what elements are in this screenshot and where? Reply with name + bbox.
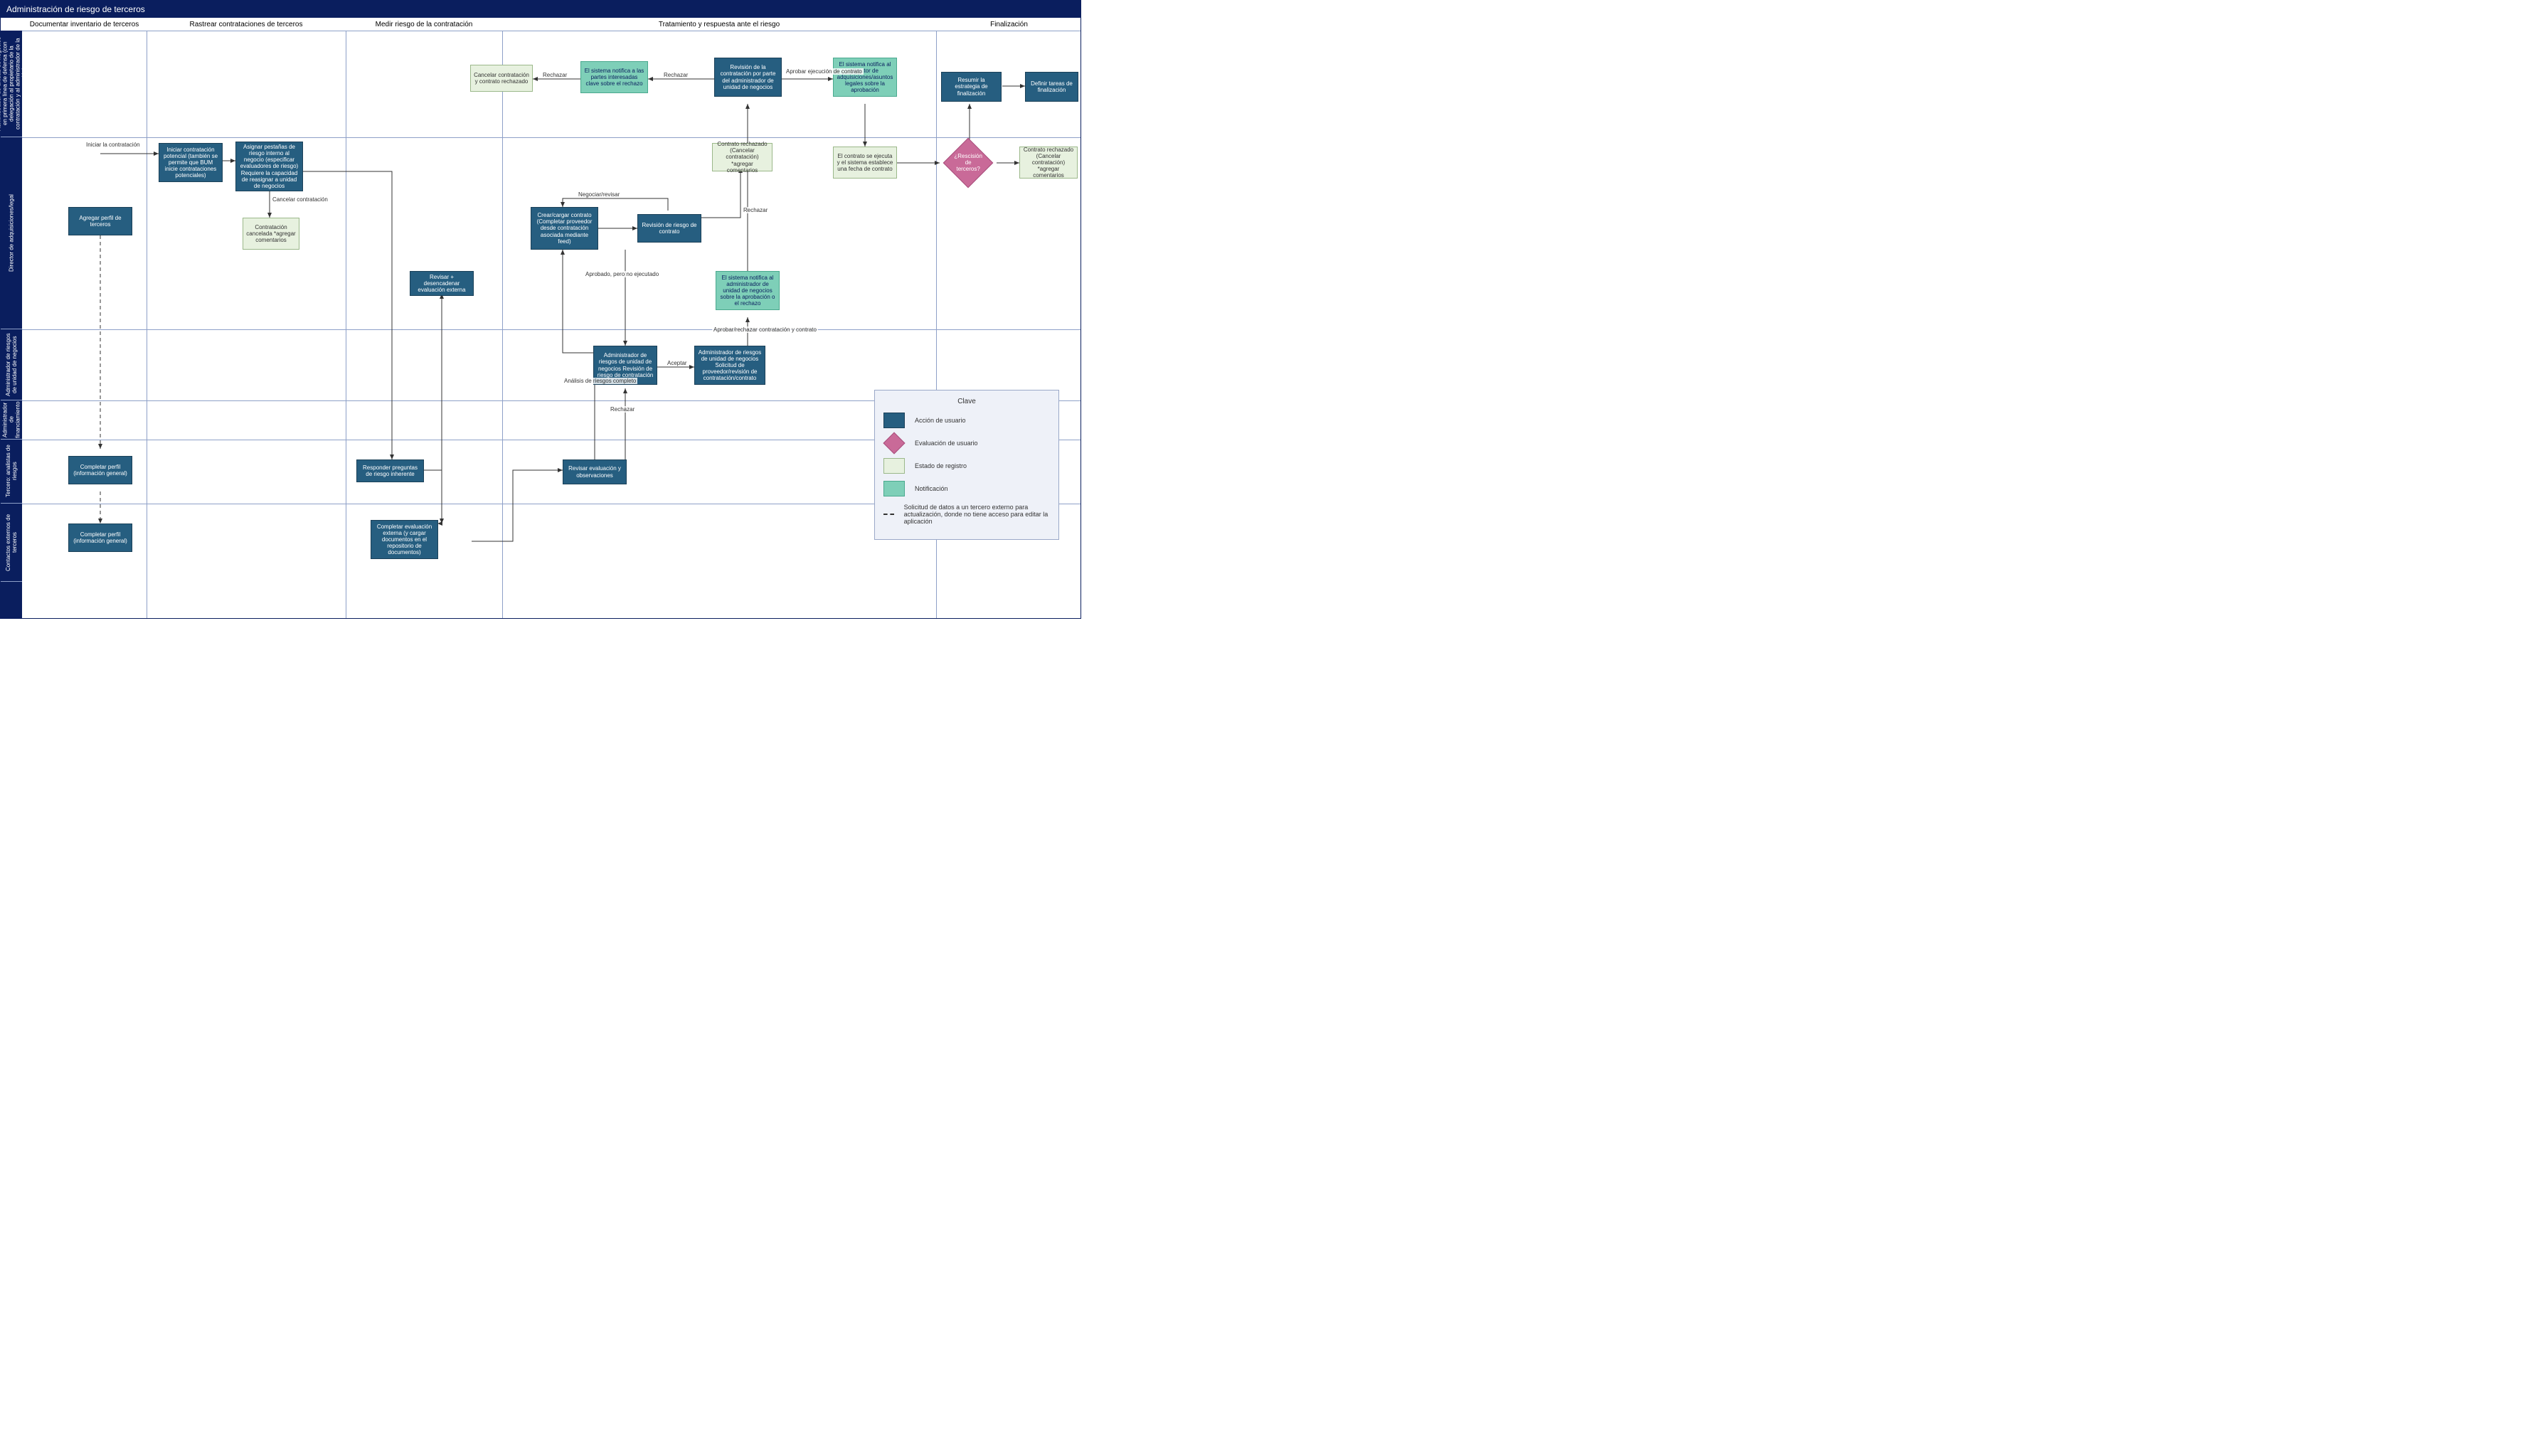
lane-bum: Administrador de unidad de negocios en p… [1,31,22,137]
node-cancelled: Contratación cancelada *agregar comentar… [243,218,299,250]
lbl-cancel: Cancelar contratación [271,196,329,203]
node-notify-bum: El sistema notifica al administrador de … [716,271,780,310]
node-executed: El contrato se ejecuta y el sistema esta… [833,147,897,179]
lbl-reject3: Rechazar [662,72,689,78]
legend-title: Clave [883,398,1050,405]
node-burm-req: Administrador de riesgos de unidad de ne… [694,346,765,385]
node-rev-assess: Revisar evaluación y observaciones [563,459,627,484]
node-rejected2: Contrato rechazado (Cancelar contratació… [1019,147,1078,179]
node-cancel-both: Cancelar contratación y contrato rechaza… [470,65,533,92]
node-tasks: Definir tareas de finalización [1025,72,1078,102]
lbl-reject2: Rechazar [609,406,636,413]
node-risk-review: Revisión de riesgo de contrato [637,214,701,243]
node-trigger: Revisar + desencadenar evaluación extern… [410,271,474,296]
node-notify-approve: El sistema notifica al director de adqui… [833,58,897,97]
node-add-profile: Agregar perfil de terceros [68,207,132,235]
lbl-apprnotexec: Aprobado, pero no ejecutado [584,271,660,277]
legend: Clave Acción de usuario Evaluación de us… [874,390,1059,540]
node-rejected1: Contrato rechazado (Cancelar contratació… [712,143,772,171]
start-label: Iniciar la contratación [85,142,142,148]
lbl-accept: Aceptar [666,360,689,366]
lane-burm: Administrador de riesgos de unidad de ne… [1,329,22,400]
lbl-approveexec: Aprobar ejecución de contrato [785,68,864,75]
node-notify-reject: El sistema notifica a las partes interes… [580,61,648,93]
lane-fin: Administrador de financiamiento [1,400,22,440]
lane-labels: Administrador de unidad de negocios en p… [1,31,22,618]
node-complete-profile-ext: Completar perfil (información general) [68,524,132,552]
node-bum-review: Revisión de la contratación por parte de… [714,58,782,97]
node-answer: Responder preguntas de riesgo inherente [356,459,424,482]
lbl-reject1: Rechazar [742,207,769,213]
swimlane-diagram: Administración de riesgo de terceros Doc… [0,0,1081,619]
node-summary: Resumir la estrategia de finalización [941,72,1002,102]
node-create-contract: Crear/cargar contrato (Completar proveed… [531,207,598,250]
legend-item: Estado de registro [883,458,1050,474]
lbl-negrev: Negociar/revisar [577,191,621,198]
legend-item: Evaluación de usuario [883,435,1050,451]
legend-item: Solicitud de datos a un tercero externo … [883,504,1050,525]
legend-item: Notificación [883,481,1050,496]
node-init-potential: Iniciar contratación potencial (también … [159,143,223,182]
lbl-apprrej: Aprobar/rechazar contratación y contrato [712,326,818,333]
lbl-reject4: Rechazar [541,72,568,78]
lane-ra: Tercero: analistas de riesgos [1,440,22,504]
node-assign-tabs: Asignar pestañas de riesgo interno al ne… [235,142,303,191]
legend-item: Acción de usuario [883,413,1050,428]
lane-ext: Contactos externos de terceros [1,504,22,582]
node-ext-assess: Completar evaluación externa (y cargar d… [371,520,438,559]
lbl-riskcomplete: Análisis de riesgos completo [563,378,637,384]
node-complete-profile-ra: Completar perfil (información general) [68,456,132,484]
lane-legal: Director de adquisiciones/legal [1,137,22,329]
